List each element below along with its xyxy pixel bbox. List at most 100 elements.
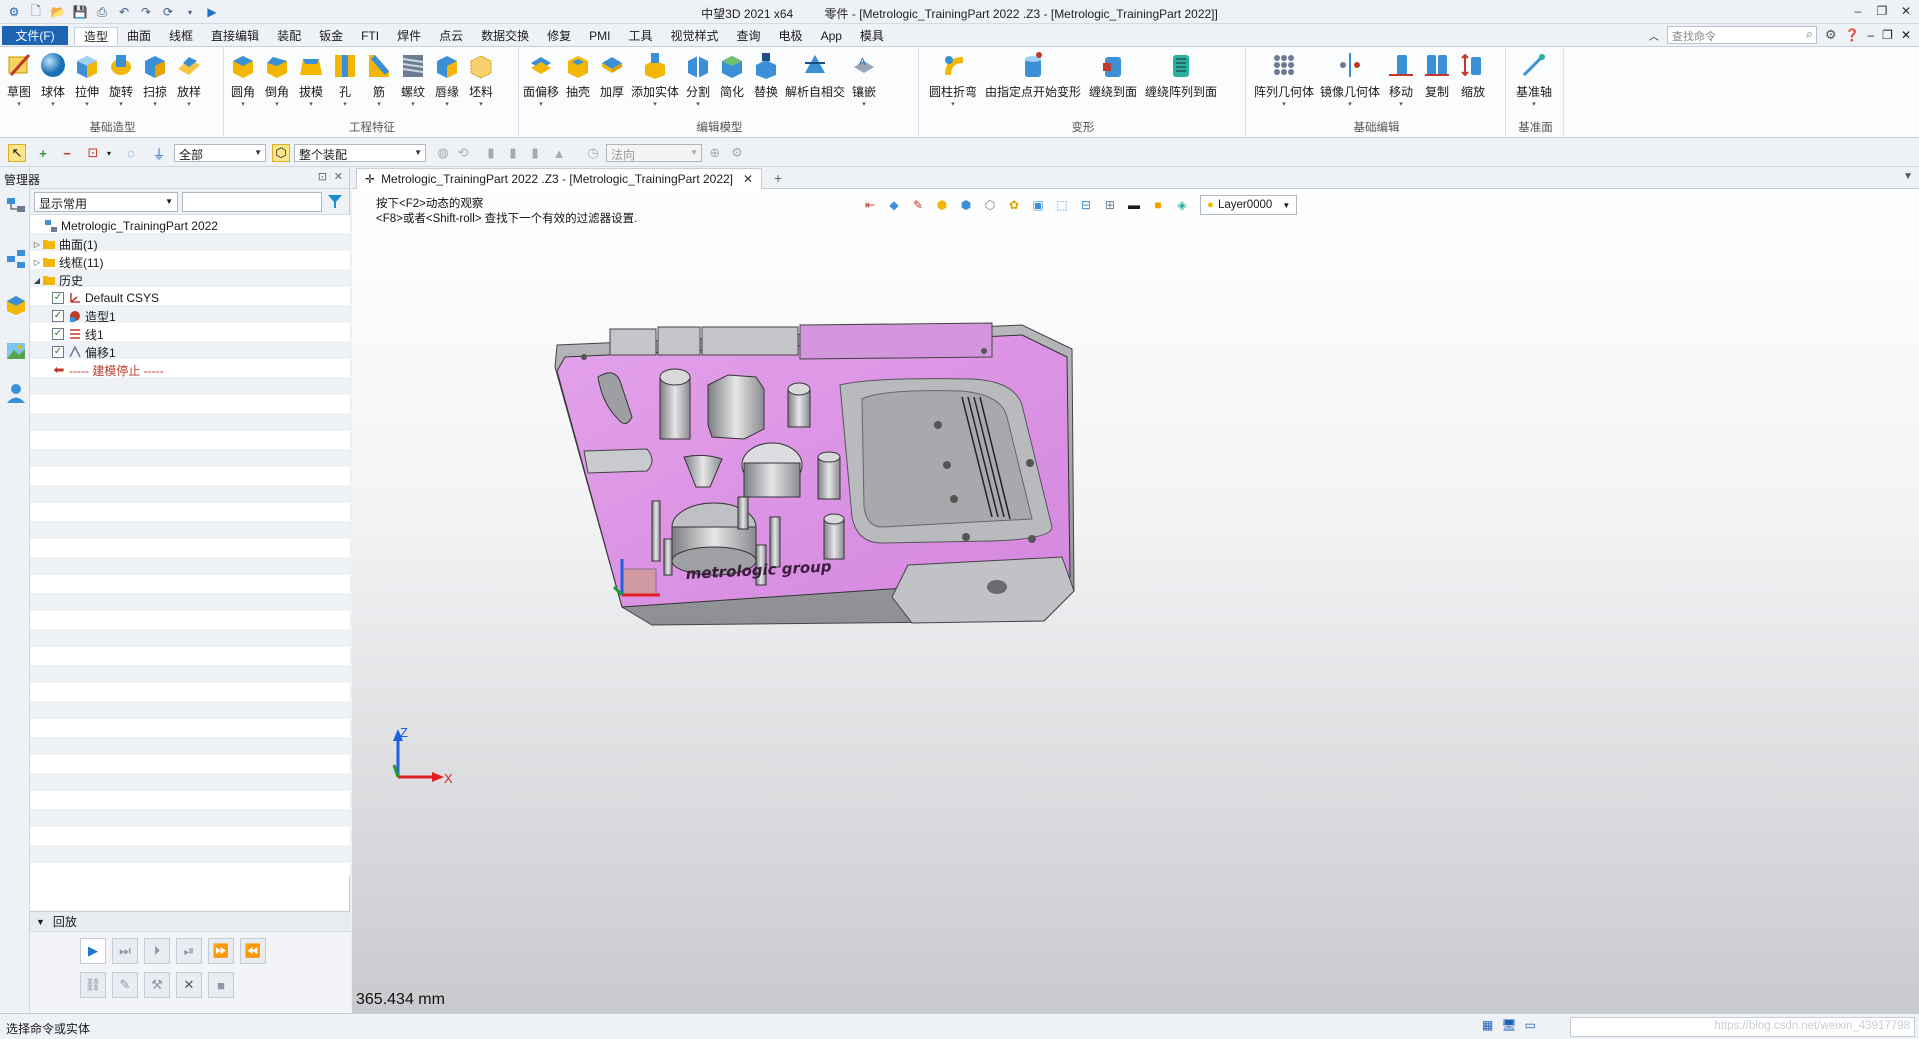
emboss-button[interactable]: A 镶嵌 ▾ bbox=[847, 50, 881, 110]
collapse-ribbon-icon[interactable]: ︿ bbox=[1649, 28, 1659, 43]
menu-tab-sheet-metal[interactable]: 钣金 bbox=[310, 27, 352, 45]
split-button[interactable]: 分割 ▾ bbox=[681, 50, 715, 110]
rotate-disabled-icon[interactable]: ⟲ bbox=[454, 144, 472, 162]
thicken-button[interactable]: 加厚 bbox=[595, 50, 629, 110]
link-button[interactable]: ⛓ bbox=[80, 972, 106, 998]
layout-icon[interactable]: ▦ bbox=[1482, 1018, 1493, 1032]
cylinder-bend-button[interactable]: 圆柱折弯 ▾ bbox=[927, 50, 979, 110]
filter-icon[interactable]: ⏚ bbox=[150, 144, 168, 162]
direction-select[interactable]: 法向 ▼ bbox=[606, 144, 702, 162]
step-forward-button[interactable]: ⏭ bbox=[112, 938, 138, 964]
image-library-icon[interactable] bbox=[4, 339, 28, 363]
minimize-doc-icon[interactable]: – bbox=[1867, 28, 1874, 42]
direction-pick-icon[interactable]: ⊕ bbox=[706, 144, 724, 162]
menu-tab-query[interactable]: 查询 bbox=[728, 27, 770, 45]
file-menu[interactable]: 文件(F) bbox=[2, 26, 68, 45]
snap-4-icon[interactable]: ▲ bbox=[550, 144, 568, 162]
expand-icon[interactable]: ▷ bbox=[32, 258, 42, 267]
select-cursor-icon[interactable]: ↖ bbox=[8, 144, 26, 162]
filter-select[interactable]: 全部 ▼ bbox=[174, 144, 266, 162]
direction-icon[interactable]: ◷ bbox=[584, 144, 602, 162]
fillet-button[interactable]: 圆角 ▾ bbox=[226, 50, 260, 110]
resolve-self-intersect-button[interactable]: 解析自相交 bbox=[783, 50, 847, 110]
tree-item-surfaces[interactable]: ▷ 曲面(1) bbox=[32, 235, 98, 253]
box-select-dropdown-icon[interactable]: ▾ bbox=[100, 144, 118, 162]
rewind-button[interactable]: ⏪ bbox=[240, 938, 266, 964]
revolve-button[interactable]: 旋转 ▾ bbox=[104, 50, 138, 110]
sweep-button[interactable]: 扫掠 ▾ bbox=[138, 50, 172, 110]
menu-tab-repair[interactable]: 修复 bbox=[538, 27, 580, 45]
thread-button[interactable]: 螺纹 ▾ bbox=[396, 50, 430, 110]
history-manager-icon[interactable] bbox=[4, 195, 28, 219]
edit-button[interactable]: ✎ bbox=[112, 972, 138, 998]
lip-button[interactable]: 唇缘 ▾ bbox=[430, 50, 464, 110]
hole-button[interactable]: 孔 ▾ bbox=[328, 50, 362, 110]
menu-tab-point-cloud[interactable]: 点云 bbox=[430, 27, 472, 45]
menu-tab-data-exchange[interactable]: 数据交换 bbox=[472, 27, 538, 45]
history-item-csys[interactable]: ✓ Default CSYS bbox=[52, 289, 159, 307]
graphics-viewport[interactable]: ✛ Metrologic_TrainingPart 2022 .Z3 - [Me… bbox=[352, 167, 1919, 1013]
tree-item-wireframes[interactable]: ▷ 线框(11) bbox=[32, 253, 104, 271]
assembly-scope-icon[interactable]: ⬡ bbox=[272, 144, 290, 162]
shell-button[interactable]: 抽壳 bbox=[561, 50, 595, 110]
history-item-shape1[interactable]: ✓ 造型1 bbox=[52, 307, 116, 325]
settings-icon[interactable]: ⚙ bbox=[1825, 27, 1837, 43]
close-icon[interactable]: ✕ bbox=[1897, 3, 1915, 19]
rib-button[interactable]: 筋 ▾ bbox=[362, 50, 396, 110]
step-into-button[interactable]: ⏵ bbox=[144, 938, 170, 964]
menu-tab-modeling[interactable]: 造型 bbox=[74, 27, 119, 45]
tree-item-history[interactable]: ◢ 历史 bbox=[32, 271, 83, 289]
replace-button[interactable]: 替换 bbox=[749, 50, 783, 110]
minimize-icon[interactable]: – bbox=[1849, 3, 1867, 19]
menu-tab-surface[interactable]: 曲面 bbox=[118, 27, 160, 45]
wrap-to-face-button[interactable]: 缠绕到面 bbox=[1087, 50, 1139, 110]
scope-select[interactable]: 整个装配 ▼ bbox=[294, 144, 426, 162]
pattern-geometry-button[interactable]: 阵列几何体 ▾ bbox=[1252, 50, 1316, 110]
restore-doc-icon[interactable]: ❐ bbox=[1882, 28, 1893, 42]
remove-selection-icon[interactable]: − bbox=[58, 144, 76, 162]
menu-tab-app[interactable]: App bbox=[812, 27, 851, 45]
menu-tab-tools[interactable]: 工具 bbox=[620, 27, 662, 45]
menu-tab-wireframe[interactable]: 线框 bbox=[160, 27, 202, 45]
stock-button[interactable]: 坯料 ▾ bbox=[464, 50, 498, 110]
add-solid-button[interactable]: 添加实体 ▾ bbox=[629, 50, 681, 110]
collapse-icon[interactable]: ◢ bbox=[32, 276, 42, 285]
menu-tab-visual-style[interactable]: 视觉样式 bbox=[662, 27, 728, 45]
help-icon[interactable]: ❓ bbox=[1845, 28, 1860, 42]
lasso-select-icon[interactable]: ◌ bbox=[122, 144, 140, 162]
move-button[interactable]: 移动 ▾ bbox=[1384, 50, 1418, 110]
playback-header[interactable]: ▼ 回放 bbox=[30, 912, 350, 932]
play-button[interactable]: ▶ bbox=[80, 938, 106, 964]
menu-tab-weldment[interactable]: 焊件 bbox=[388, 27, 430, 45]
snap-1-icon[interactable]: ▮ bbox=[482, 144, 500, 162]
user-icon[interactable] bbox=[4, 381, 28, 405]
cancel-button[interactable]: ✕ bbox=[176, 972, 202, 998]
restore-icon[interactable]: ❐ bbox=[1873, 3, 1891, 19]
part-manager-icon[interactable] bbox=[4, 293, 28, 317]
search-icon[interactable]: ⌕ bbox=[1806, 27, 1813, 42]
expand-icon[interactable]: ▷ bbox=[32, 240, 42, 249]
snap-2-icon[interactable]: ▮ bbox=[504, 144, 522, 162]
close-doc-icon[interactable]: ✕ bbox=[1901, 28, 1911, 42]
direction-settings-icon[interactable]: ⚙ bbox=[728, 144, 746, 162]
draft-button[interactable]: 拔模 ▾ bbox=[294, 50, 328, 110]
monitor-icon[interactable]: 🖥 bbox=[1501, 1018, 1516, 1032]
wrap-pattern-to-face-button[interactable]: 缠绕阵列到面 bbox=[1143, 50, 1219, 110]
run-button[interactable]: ⚒ bbox=[144, 972, 170, 998]
rollback-marker[interactable]: ⬅ ----- 建模停止 ----- bbox=[52, 361, 164, 379]
pick-disabled-icon[interactable]: ◍ bbox=[434, 144, 452, 162]
visibility-checkbox[interactable]: ✓ bbox=[52, 346, 64, 358]
stop-button[interactable]: ■ bbox=[208, 972, 234, 998]
tree-filter-icon[interactable] bbox=[327, 193, 345, 211]
menu-tab-electrode[interactable]: 电极 bbox=[770, 27, 812, 45]
extrude-button[interactable]: 拉伸 ▾ bbox=[70, 50, 104, 110]
tree-search-input[interactable] bbox=[182, 192, 322, 212]
datum-axis-button[interactable]: 基准轴 ▾ bbox=[1514, 50, 1554, 110]
visibility-checkbox[interactable]: ✓ bbox=[52, 292, 64, 304]
menu-tab-assembly[interactable]: 装配 bbox=[268, 27, 310, 45]
menu-tab-pmi[interactable]: PMI bbox=[580, 27, 619, 45]
menu-tab-fti[interactable]: FTI bbox=[352, 27, 388, 45]
assembly-manager-icon[interactable] bbox=[4, 247, 28, 271]
menu-tab-direct-edit[interactable]: 直接编辑 bbox=[202, 27, 268, 45]
command-search-input[interactable]: 查找命令 ⌕ bbox=[1666, 26, 1817, 44]
